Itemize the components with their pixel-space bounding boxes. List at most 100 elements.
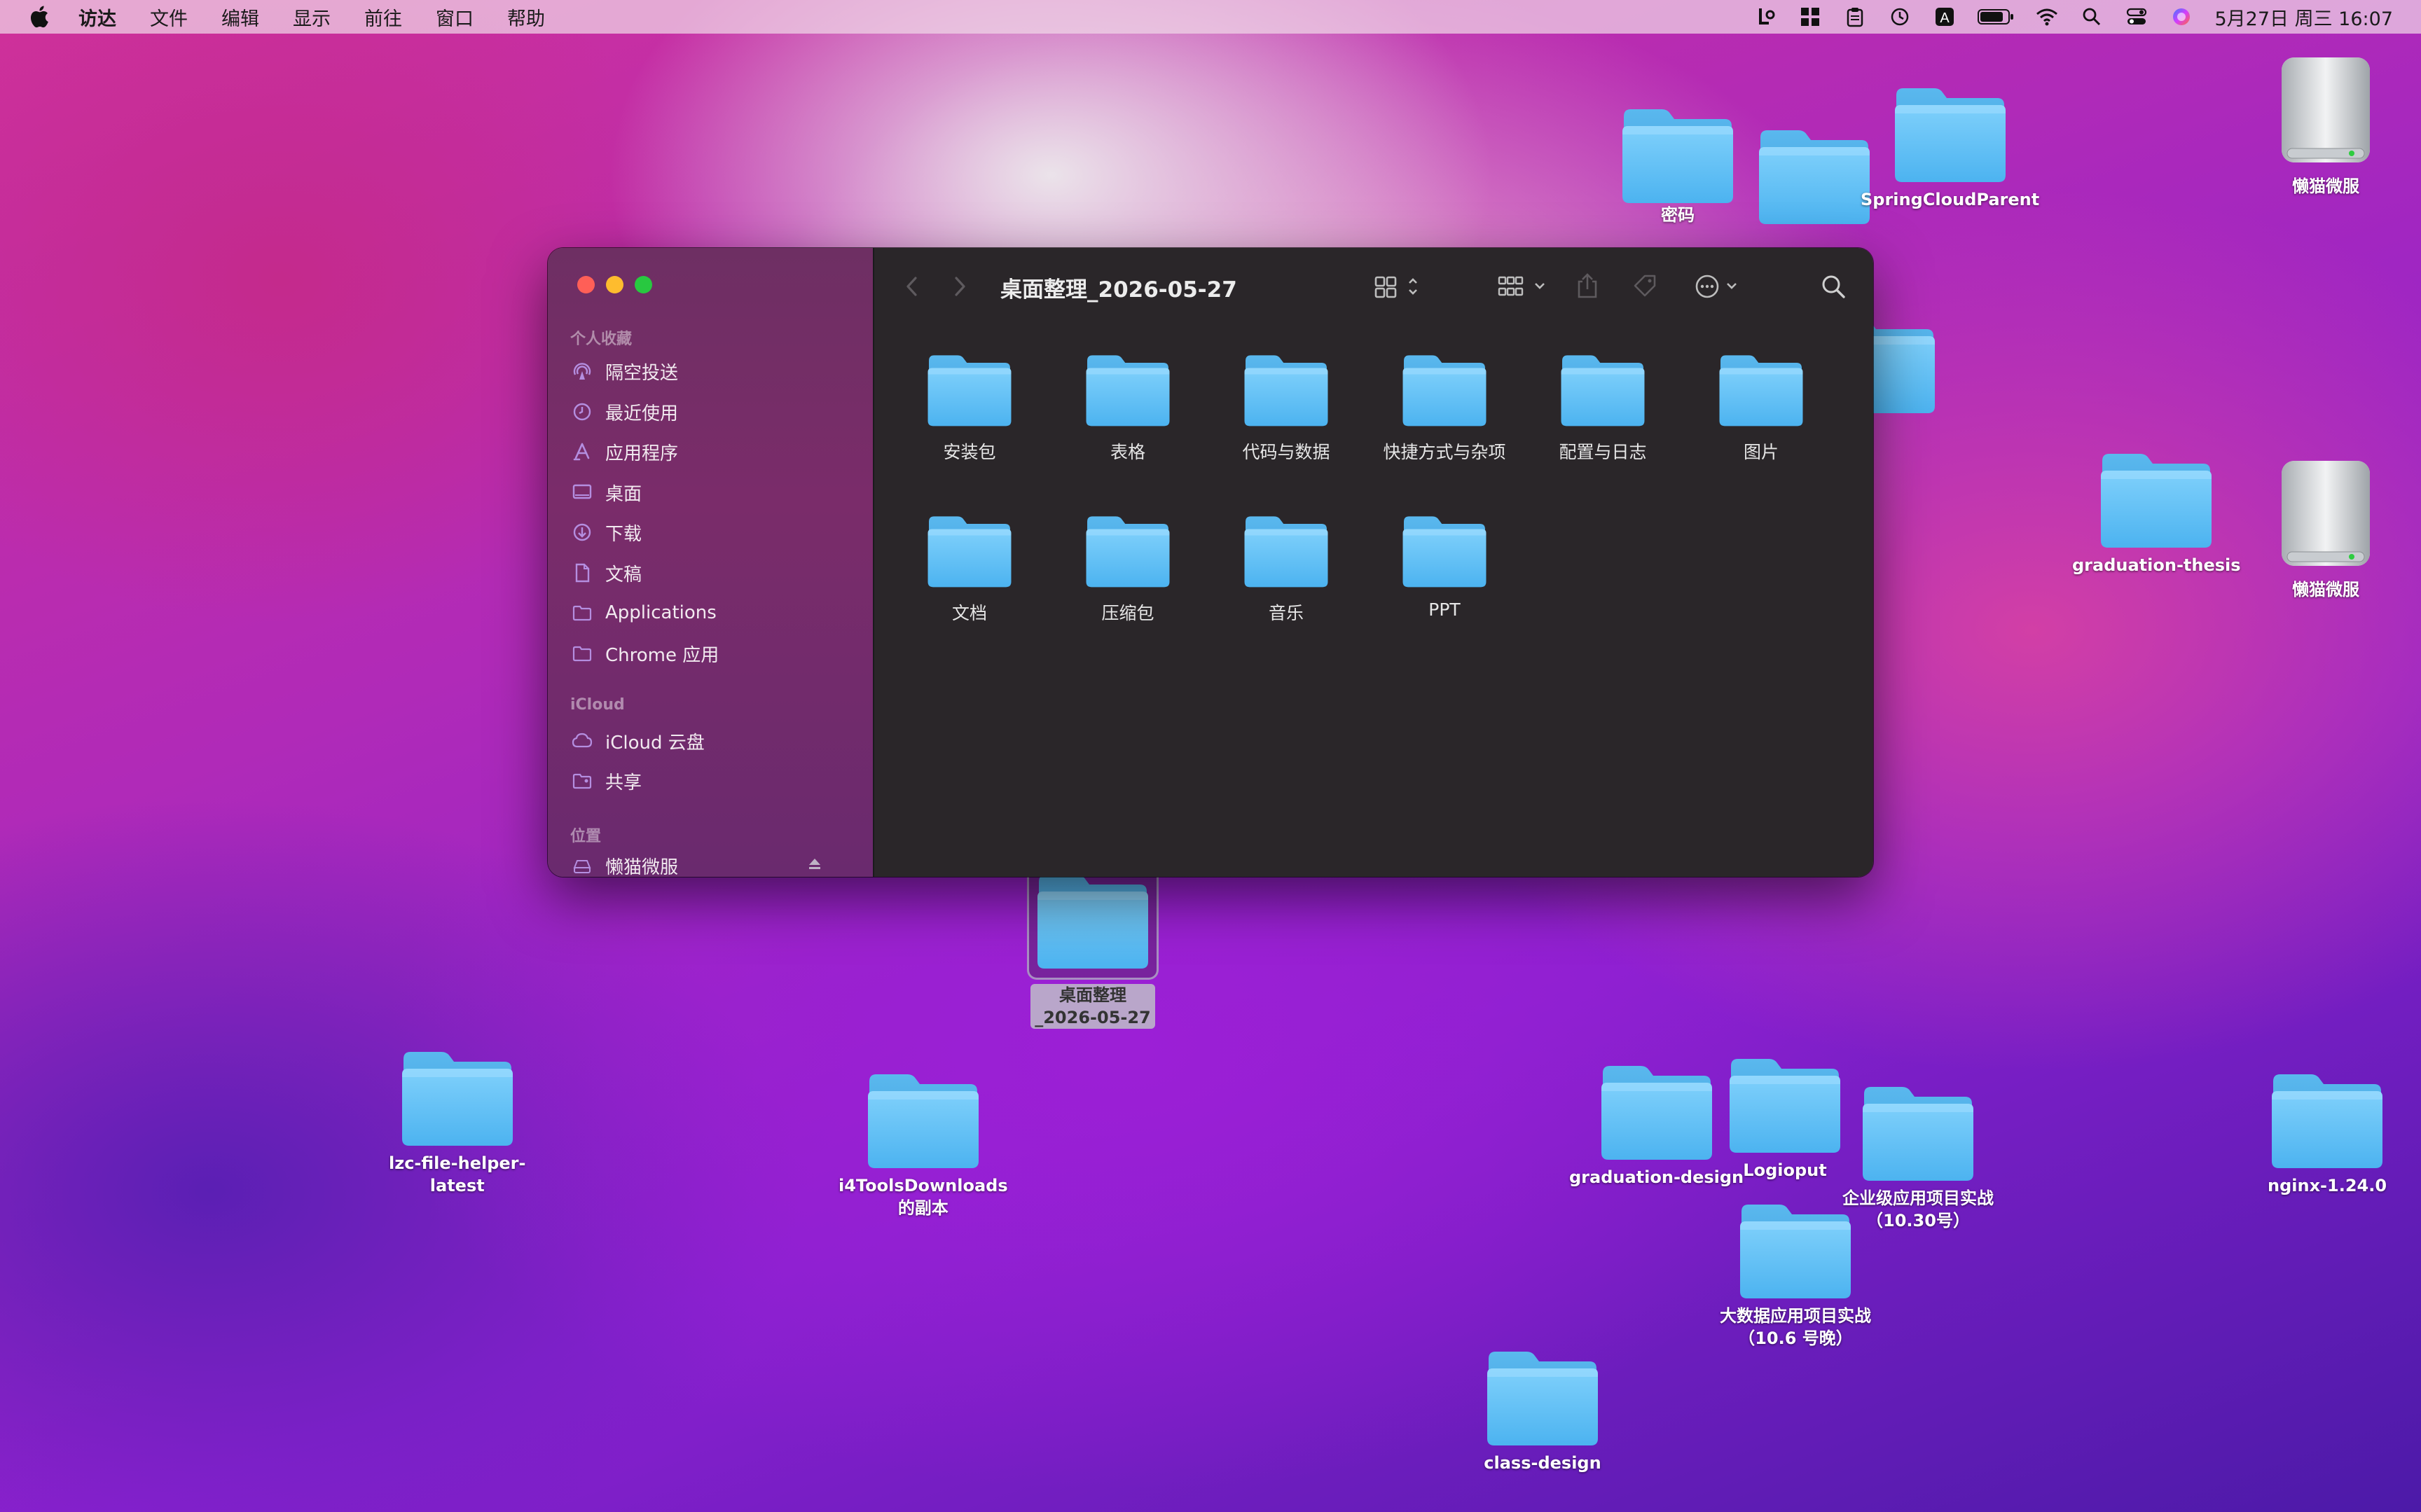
folder-icon	[1033, 869, 1152, 971]
menu-go[interactable]: 前往	[364, 4, 402, 31]
sidebar-item-label: 下载	[605, 523, 642, 545]
desktop-folder-password[interactable]: 密码	[1618, 104, 1737, 226]
sidebar-item-airdrop[interactable]: 隔空投送	[570, 353, 678, 389]
desktop-folder-i4tools[interactable]: i4ToolsDownloads 的副本	[839, 1069, 1008, 1219]
folder-item[interactable]: PPT	[1365, 511, 1524, 620]
folder-icon	[1241, 350, 1331, 429]
desktop-icon-label: 桌面整理 _2026-05-27	[1030, 984, 1155, 1029]
sidebar-item-icloud-drive[interactable]: iCloud 云盘	[570, 723, 705, 759]
desktop-icon-label: Logioput	[1743, 1160, 1827, 1180]
wifi-icon[interactable]	[2035, 5, 2059, 29]
folder-icon	[1400, 511, 1489, 590]
sidebar-item-chrome-apps[interactable]: Chrome 应用	[570, 635, 719, 672]
desktop-folder-unnamed[interactable]	[1755, 125, 1874, 230]
folder-item[interactable]: 压缩包	[1049, 511, 1207, 625]
sidebar-item-shared[interactable]: 共享	[570, 763, 642, 799]
shared-folder-icon	[570, 769, 594, 793]
sidebar-item-label: Applications	[605, 602, 717, 623]
apple-icon[interactable]	[28, 4, 53, 29]
menubar-clock[interactable]: 5月27日 周三 16:07	[2214, 4, 2393, 31]
eject-icon[interactable]	[807, 855, 822, 876]
folder-item[interactable]: 音乐	[1207, 511, 1365, 625]
lc-app-icon[interactable]	[1753, 5, 1777, 29]
sidebar-item-lanmao-drive[interactable]: 懒猫微服	[570, 847, 850, 877]
menu-view[interactable]: 显示	[293, 4, 331, 31]
minimize-button[interactable]	[606, 276, 623, 293]
folder-label: PPT	[1428, 599, 1461, 620]
share-icon[interactable]	[1575, 272, 1600, 300]
folder-item[interactable]: 配置与日志	[1524, 350, 1682, 464]
download-icon	[570, 520, 594, 544]
folder-item[interactable]: 安装包	[890, 350, 1049, 464]
desktop-drive-lanmao-1[interactable]: 懒猫微服	[2266, 52, 2385, 197]
folder-icon	[2268, 1069, 2387, 1170]
sidebar-item-recents[interactable]: 最近使用	[570, 394, 678, 430]
folder-icon	[864, 1069, 983, 1170]
desktop-folder-logioput[interactable]: Logioput	[1725, 1053, 1844, 1181]
folder-item[interactable]: 快捷方式与杂项	[1365, 350, 1524, 464]
spotlight-search-icon[interactable]	[2080, 5, 2104, 29]
folder-item[interactable]: 代码与数据	[1207, 350, 1365, 464]
desktop-folder-graduation-thesis[interactable]: graduation-thesis	[2072, 448, 2241, 576]
menu-window[interactable]: 窗口	[436, 4, 474, 31]
menu-help[interactable]: 帮助	[507, 4, 545, 31]
folder-item[interactable]: 图片	[1682, 350, 1840, 464]
desktop-folder-desktop-sort[interactable]: 桌面整理 _2026-05-27	[1027, 863, 1159, 1029]
sidebar-item-label: 文稿	[605, 564, 642, 585]
sidebar-item-documents[interactable]: 文稿	[570, 555, 642, 591]
sidebar-item-desktop[interactable]: 桌面	[570, 474, 642, 511]
desktop-icon-label: i4ToolsDownloads 的副本	[839, 1176, 1008, 1218]
sidebar-item-downloads[interactable]: 下载	[570, 514, 642, 550]
zoom-button[interactable]	[635, 276, 652, 293]
sidebar-item-applications-cn[interactable]: 应用程序	[570, 434, 678, 470]
sidebar-item-applications[interactable]: Applications	[570, 595, 717, 631]
desktop-folder-class-design[interactable]: class-design	[1483, 1346, 1602, 1474]
sidebar-item-label: 共享	[605, 772, 642, 793]
icon-view-button[interactable]	[1373, 273, 1426, 300]
close-button[interactable]	[577, 276, 595, 293]
finder-sidebar: 个人收藏 隔空投送 最近使用 应用程序 桌面 下载 文稿 Application…	[548, 248, 874, 877]
group-button[interactable]	[1496, 273, 1552, 300]
desktop-icon-label: lzc-file-helper- latest	[389, 1153, 526, 1195]
search-icon[interactable]	[1820, 273, 1847, 300]
desktop-icon-label: nginx-1.24.0	[2268, 1176, 2387, 1195]
menu-file[interactable]: 文件	[150, 4, 188, 31]
desktop-folder-nginx[interactable]: nginx-1.24.0	[2268, 1069, 2387, 1197]
input-method-icon[interactable]: A	[1933, 5, 1957, 29]
desktop-folder-springcloudparent[interactable]: SpringCloudParent	[1861, 83, 2039, 211]
siri-icon[interactable]	[2170, 5, 2193, 29]
folder-item[interactable]: 表格	[1049, 350, 1207, 464]
folder-label: 表格	[1110, 442, 1145, 462]
menu-edit[interactable]: 编辑	[221, 4, 259, 31]
more-actions-button[interactable]	[1694, 273, 1744, 300]
desktop-drive-lanmao-2[interactable]: 懒猫微服	[2266, 455, 2385, 601]
forward-button[interactable]	[951, 275, 968, 298]
folder-icon	[1241, 511, 1331, 590]
folder-icon	[925, 511, 1014, 590]
desktop-folder-bigdata-project[interactable]: 大数据应用项目实战 （10.6 号晚）	[1720, 1199, 1871, 1350]
folder-icon	[925, 350, 1014, 429]
applications-icon	[570, 440, 594, 464]
grid-app-icon[interactable]	[1798, 5, 1822, 29]
finder-content: 桌面整理_2026-05-27 安装包 表格 代码与数据 快捷方式与杂项 配置与…	[874, 248, 1873, 877]
desktop-icon-label: 懒猫微服	[2292, 176, 2359, 196]
sidebar-section-favorites: 个人收藏	[570, 331, 633, 348]
desktop-icon	[570, 480, 594, 504]
clipboard-icon[interactable]	[1843, 5, 1867, 29]
folder-icon	[1483, 1346, 1602, 1448]
folder-icon	[1400, 350, 1489, 429]
folder-icon	[1618, 104, 1737, 205]
folder-item[interactable]: 文档	[890, 511, 1049, 625]
menu-finder[interactable]: 访达	[78, 4, 116, 31]
back-button[interactable]	[904, 275, 920, 298]
desktop-icon-label: 懒猫微服	[2292, 580, 2359, 599]
sidebar-item-label: 桌面	[605, 483, 642, 505]
sidebar-item-label: Chrome 应用	[605, 644, 719, 666]
desktop-folder-lzc-file-helper[interactable]: lzc-file-helper- latest	[389, 1046, 525, 1197]
folder-label: 代码与数据	[1242, 442, 1330, 462]
desktop-folder-graduation-design[interactable]: graduation-design	[1569, 1060, 1744, 1188]
battery-icon[interactable]	[1978, 5, 2014, 29]
control-center-icon[interactable]	[2125, 5, 2148, 29]
time-machine-icon[interactable]	[1888, 5, 1912, 29]
tag-icon[interactable]	[1631, 272, 1659, 300]
